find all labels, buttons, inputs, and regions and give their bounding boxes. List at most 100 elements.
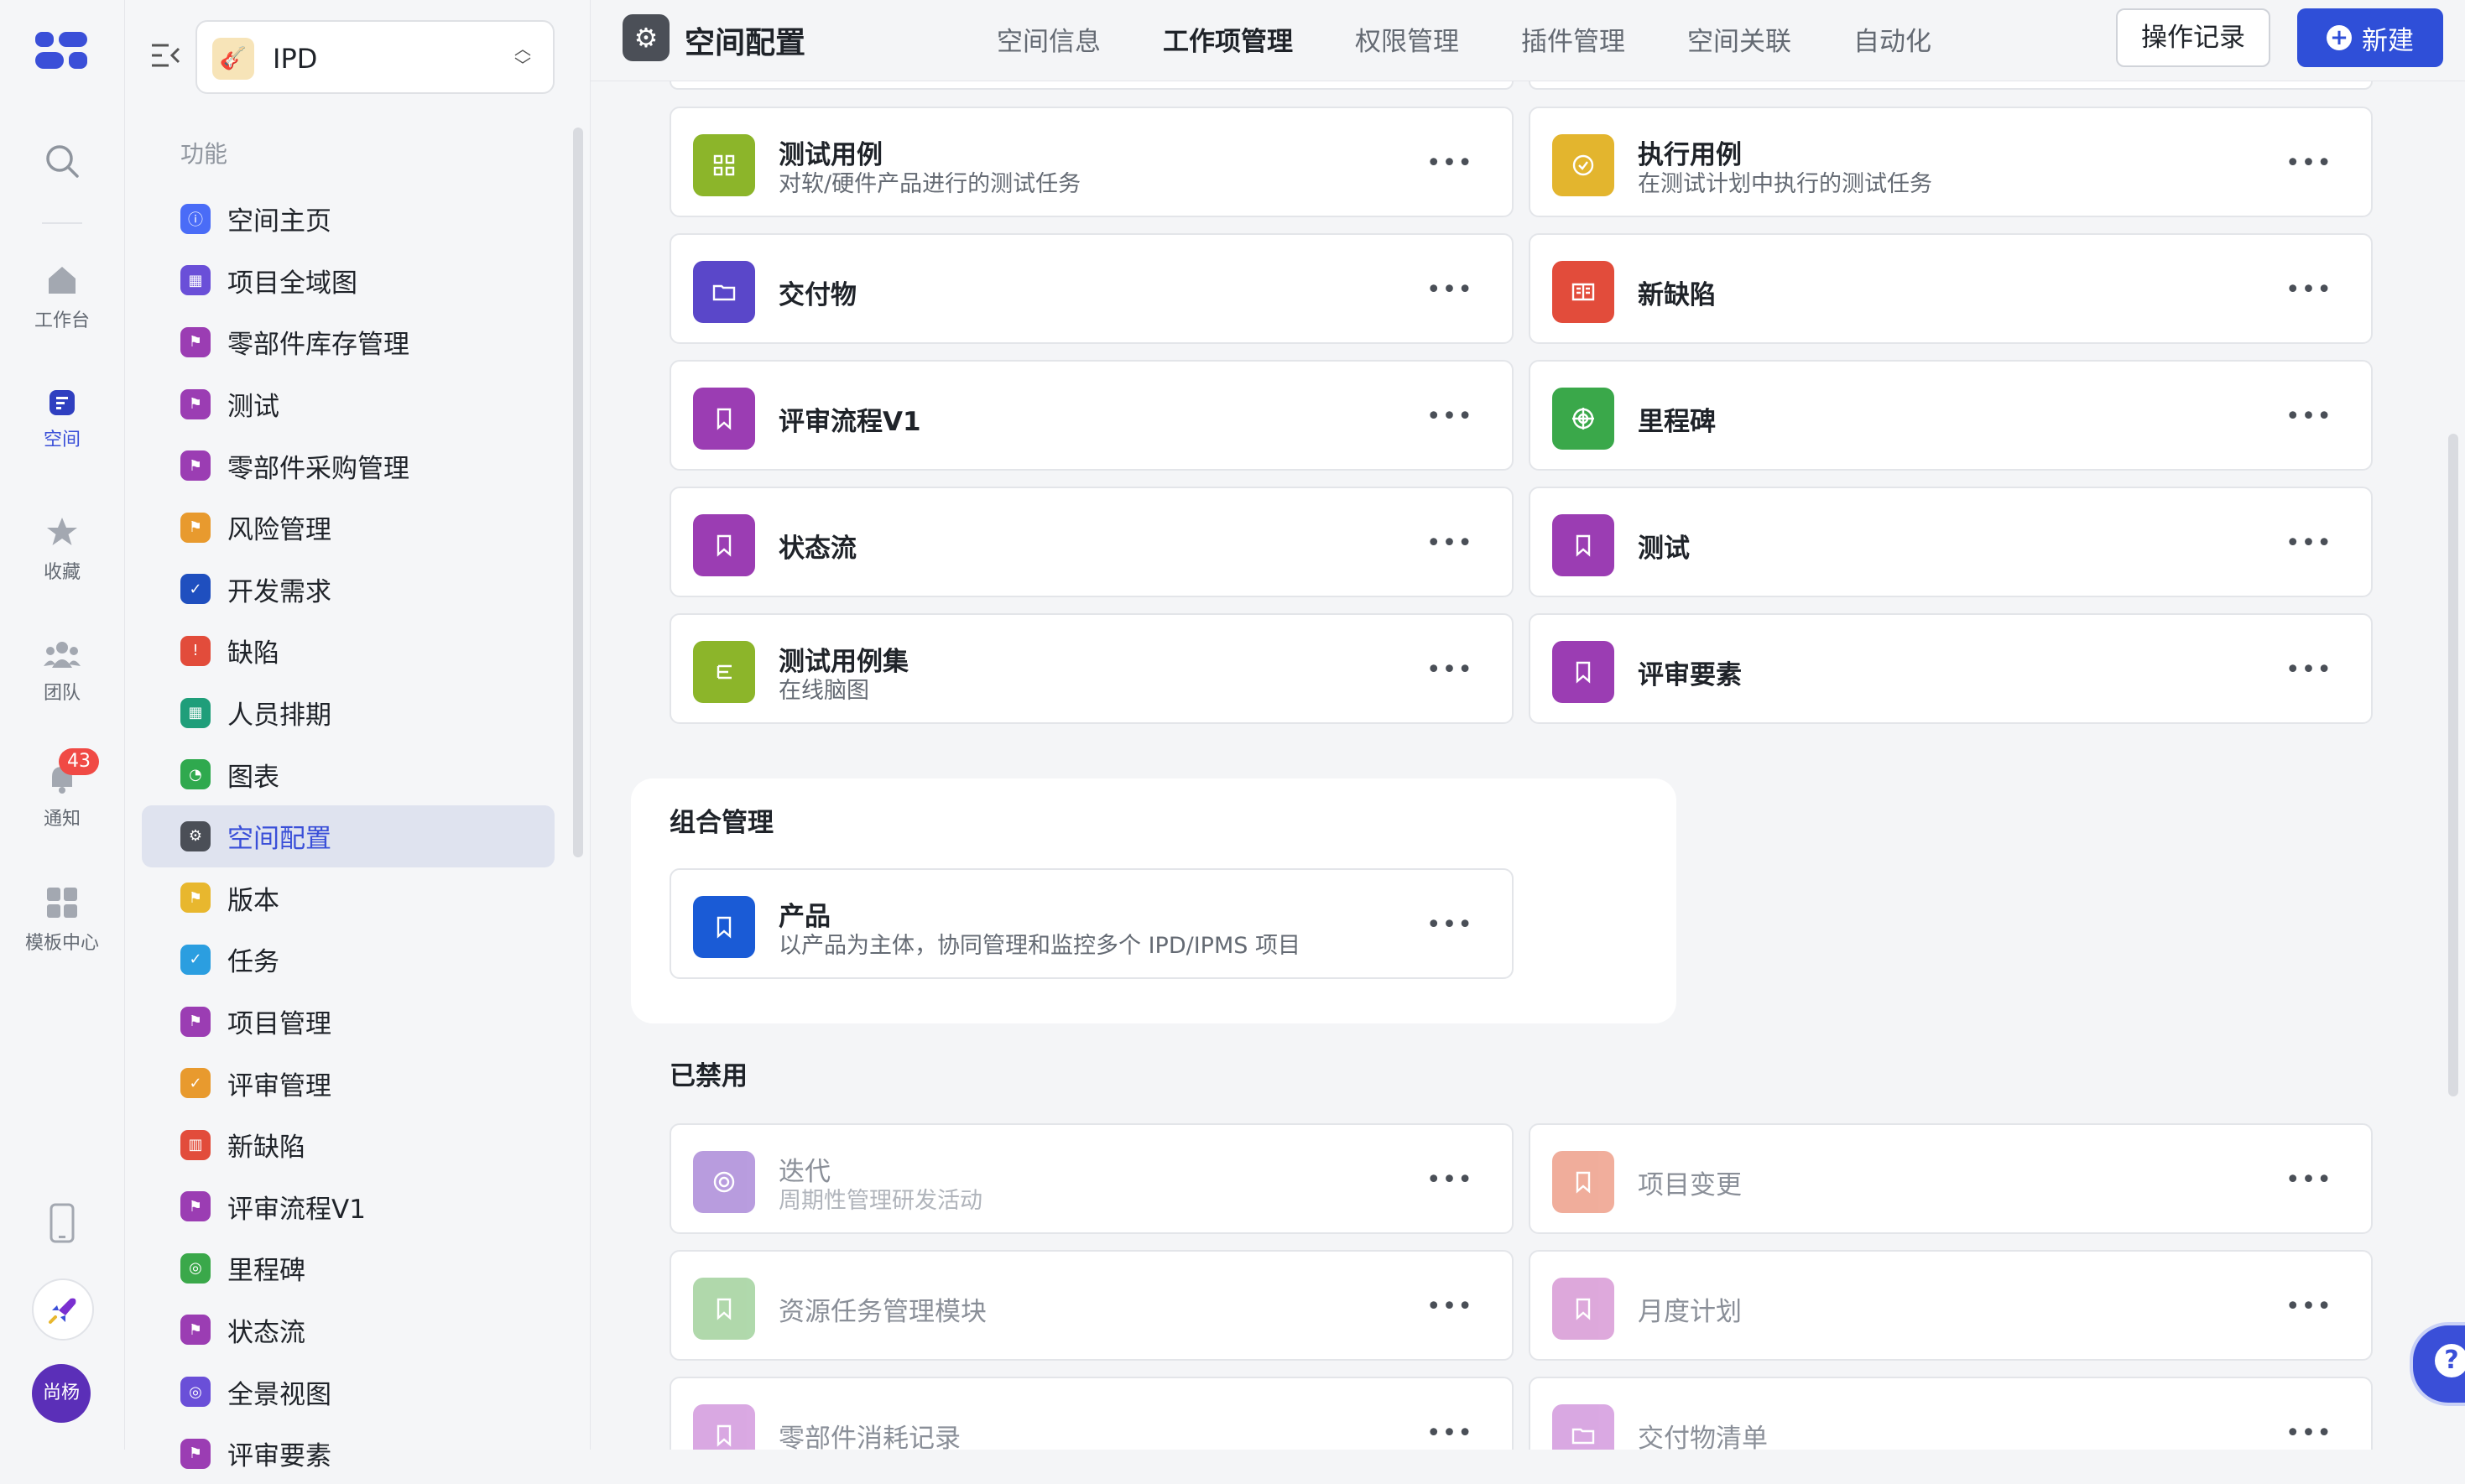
header-tab[interactable]: 权限管理	[1355, 20, 1459, 58]
space-selector[interactable]: 🎸 IPD ︿ ﹀	[195, 20, 555, 94]
rocket-icon	[49, 1298, 76, 1324]
home-icon	[49, 267, 76, 294]
sidebar-item[interactable]: ⚑ 风险管理	[142, 497, 555, 559]
sidebar-item[interactable]: ⓘ 空间主页	[142, 188, 555, 250]
sidebar-item[interactable]: ⚑ 评审要素	[142, 1423, 555, 1484]
rail-item-templates[interactable]: 模板中心	[0, 886, 124, 955]
sidebar-item-label: 任务	[227, 947, 279, 978]
sidebar-item[interactable]: ⚑ 状态流	[142, 1299, 555, 1362]
sidebar-item[interactable]: ! 缺陷	[142, 620, 555, 682]
work-item-card[interactable]: 资源任务管理模块 •••	[670, 1250, 1514, 1361]
work-item-card[interactable]: 月度计划 •••	[1529, 1250, 2373, 1361]
work-item-card[interactable]: 项目变更 •••	[1529, 1123, 2373, 1234]
rail-item-space[interactable]: 空间	[0, 389, 124, 451]
main-scrollbar[interactable]	[2448, 434, 2458, 1096]
rail-item-workbench[interactable]: 工作台	[0, 263, 124, 332]
sidebar-item-label: 状态流	[227, 1317, 305, 1348]
work-item-card[interactable]: 新缺陷 •••	[1529, 233, 2373, 344]
more-options-icon[interactable]: •••	[1426, 402, 1473, 431]
sidebar-item-icon: ⚑	[180, 1006, 211, 1037]
more-options-icon[interactable]: •••	[2285, 1165, 2332, 1195]
work-item-card[interactable]: 评审要素 •••	[1529, 613, 2373, 724]
work-item-card[interactable]: 迭代 周期性管理研发活动 •••	[670, 1123, 1514, 1234]
sidebar-item[interactable]: ✓ 评审管理	[142, 1052, 555, 1114]
work-item-desc: 周期性管理研发活动	[779, 1188, 982, 1214]
sidebar-item[interactable]: ✓ 开发需求	[142, 559, 555, 621]
avatar[interactable]: 尚杨	[32, 1364, 91, 1423]
work-item-card[interactable]: 状态流 •••	[670, 487, 1514, 597]
notification-badge: 43	[59, 748, 99, 775]
work-item-card[interactable]: 执行用例 在测试计划中执行的测试任务 •••	[1529, 107, 2373, 217]
work-item-card[interactable]: 测试用例 对软/硬件产品进行的测试任务 •••	[670, 107, 1514, 217]
sidebar-item[interactable]: ✓ 任务	[142, 929, 555, 991]
sidebar-item[interactable]: ◎ 里程碑	[142, 1237, 555, 1299]
more-options-icon[interactable]: •••	[2285, 529, 2332, 558]
header-tab[interactable]: 空间信息	[997, 20, 1101, 58]
chevron-updown-icon: ︿ ﹀	[514, 39, 531, 76]
work-item-card[interactable]: 零部件消耗记录 •••	[670, 1377, 1514, 1450]
work-item-card[interactable]: 交付物清单 •••	[1529, 1377, 2373, 1450]
more-options-icon[interactable]: •••	[2285, 1419, 2332, 1448]
sidebar-item[interactable]: ▦ 项目全域图	[142, 250, 555, 312]
work-item-card[interactable]: 测试用例集 在线脑图 •••	[670, 613, 1514, 724]
work-item-card[interactable]: 产品 以产品为主体，协同管理和监控多个 IPD/IPMS 项目 •••	[670, 868, 1514, 979]
sidebar-item[interactable]: ▦ 人员排期	[142, 682, 555, 744]
sidebar-item-icon: !	[180, 635, 211, 666]
sidebar-item-label: 人员排期	[227, 700, 331, 732]
space-emoji-icon: 🎸	[212, 38, 254, 80]
sidebar-scrollbar[interactable]	[573, 128, 583, 857]
more-options-icon[interactable]: •••	[1426, 148, 1473, 178]
star-icon	[47, 518, 77, 545]
sidebar-item-icon: ✓	[180, 1068, 211, 1099]
left-rail: 工作台 空间 收藏 团队 通知 43 模板中心 尚杨	[0, 0, 125, 1450]
work-item-desc: 在测试计划中执行的测试任务	[1638, 171, 1932, 197]
operation-log-button[interactable]: 操作记录	[2116, 8, 2270, 67]
more-options-icon[interactable]: •••	[2285, 655, 2332, 685]
rail-item-notifications[interactable]: 通知	[0, 762, 124, 831]
collapse-sidebar-icon[interactable]	[150, 42, 180, 69]
sidebar-item[interactable]: ◔ 图表	[142, 743, 555, 805]
sidebar-group-title: 功能	[180, 140, 228, 168]
folder-icon	[1552, 1404, 1614, 1450]
sidebar-item[interactable]: ▥ 新缺陷	[142, 1114, 555, 1176]
more-options-icon[interactable]: •••	[2285, 1292, 2332, 1321]
more-options-icon[interactable]: •••	[1426, 275, 1473, 305]
more-options-icon[interactable]: •••	[1426, 529, 1473, 558]
sidebar-item[interactable]: ⚙ 空间配置	[142, 804, 555, 867]
disabled-section-title: 已禁用	[670, 1061, 748, 1091]
more-options-icon[interactable]: •••	[1426, 1419, 1473, 1448]
more-options-icon[interactable]: •••	[1426, 1165, 1473, 1195]
work-item-card[interactable]: 交付物 •••	[670, 233, 1514, 344]
more-options-icon[interactable]: •••	[2285, 148, 2332, 178]
launch-button[interactable]	[32, 1278, 94, 1341]
sidebar-item[interactable]: ⚑ 零部件采购管理	[142, 435, 555, 497]
sidebar-item-icon: ⚙	[180, 820, 211, 851]
sidebar-item[interactable]: ⚑ 评审流程V1	[142, 1176, 555, 1238]
more-options-icon[interactable]: •••	[1426, 1292, 1473, 1321]
more-options-icon[interactable]: •••	[2285, 402, 2332, 431]
rail-item-favorites[interactable]: 收藏	[0, 515, 124, 584]
work-item-name: 测试	[1638, 534, 1690, 564]
sidebar-item[interactable]: ⚑ 零部件库存管理	[142, 311, 555, 373]
rail-item-team[interactable]: 团队	[0, 639, 124, 705]
more-options-icon[interactable]: •••	[1426, 655, 1473, 685]
header-tab[interactable]: 插件管理	[1521, 20, 1625, 58]
new-button[interactable]: + 新建	[2297, 8, 2443, 67]
sidebar-item[interactable]: ◎ 全景视图	[142, 1361, 555, 1423]
header-tab[interactable]: 工作项管理	[1163, 20, 1293, 58]
work-item-card[interactable]: 测试 •••	[1529, 487, 2373, 597]
header-tab[interactable]: 空间关联	[1687, 20, 1791, 58]
mobile-button[interactable]	[0, 1203, 124, 1252]
work-item-card[interactable]: 评审流程V1 •••	[670, 360, 1514, 471]
more-options-icon[interactable]: •••	[2285, 275, 2332, 305]
sidebar-item[interactable]: ⚑ 版本	[142, 867, 555, 929]
app-logo[interactable]	[35, 32, 87, 70]
rail-item-label: 通知	[43, 809, 81, 830]
sidebar-item[interactable]: ⚑ 测试	[142, 373, 555, 435]
sidebar-item-label: 风险管理	[227, 515, 331, 546]
work-item-card[interactable]: 里程碑 •••	[1529, 360, 2373, 471]
sidebar-item[interactable]: ⚑ 项目管理	[142, 991, 555, 1053]
search-button[interactable]	[0, 143, 124, 188]
more-options-icon[interactable]: •••	[1426, 910, 1473, 940]
header-tab[interactable]: 自动化	[1853, 20, 1931, 58]
